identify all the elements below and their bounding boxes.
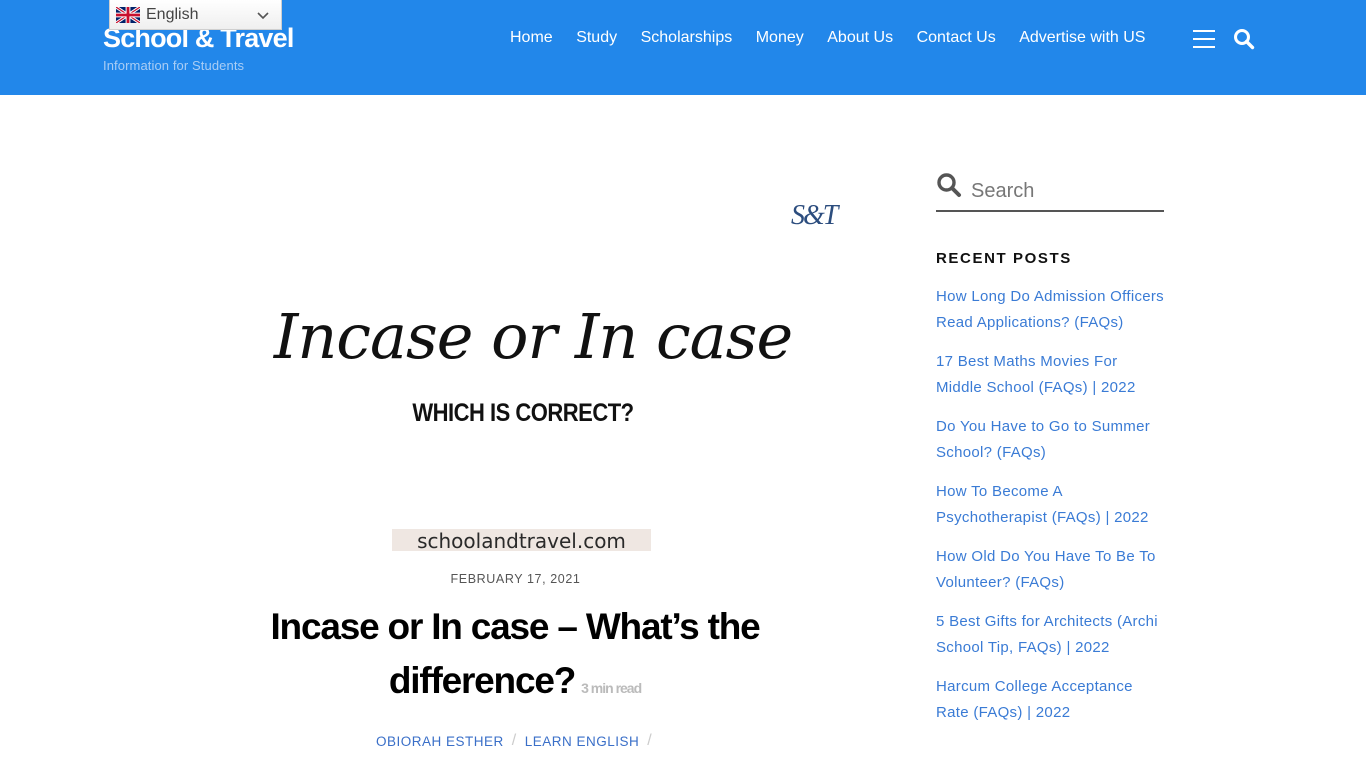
sidebar: RECENT POSTS How Long Do Admission Offic… [936, 168, 1164, 739]
chevron-down-icon [255, 7, 271, 23]
sidebar-search [936, 168, 1164, 212]
list-item: How To Become A Psychotherapist (FAQs) |… [936, 479, 1164, 531]
uk-flag-icon [116, 6, 140, 23]
nav-item-study[interactable]: Study [576, 28, 617, 48]
hamburger-icon[interactable] [1193, 30, 1215, 48]
featured-image-url: schoolandtravel.com [392, 529, 651, 553]
post-title-text[interactable]: Incase or In case – What’s the differenc… [270, 606, 760, 701]
site-header: School & Travel Information for Students… [0, 0, 1366, 95]
recent-post-link[interactable]: Harcum College Acceptance Rate (FAQs) | … [936, 674, 1164, 726]
nav-item-advertise[interactable]: Advertise with US [1019, 28, 1145, 48]
recent-post-link[interactable]: How Old Do You Have To Be To Volunteer? … [936, 544, 1164, 596]
nav-item-scholarships[interactable]: Scholarships [641, 28, 733, 48]
post-byline: OBIORAH ESTHER / LEARN ENGLISH / [376, 732, 660, 750]
list-item: How Old Do You Have To Be To Volunteer? … [936, 544, 1164, 596]
recent-post-link[interactable]: 5 Best Gifts for Architects (Archi Schoo… [936, 609, 1164, 661]
recent-post-link[interactable]: 17 Best Maths Movies For Middle School (… [936, 349, 1164, 401]
author-link[interactable]: OBIORAH ESTHER [376, 734, 504, 749]
list-item: 5 Best Gifts for Architects (Archi Schoo… [936, 609, 1164, 661]
recent-post-link[interactable]: Do You Have to Go to Summer School? (FAQ… [936, 414, 1164, 466]
recent-posts-list: How Long Do Admission Officers Read Appl… [936, 284, 1164, 726]
read-time: 3 min read [581, 680, 642, 696]
search-input[interactable] [971, 179, 1151, 203]
nav-item-money[interactable]: Money [756, 28, 804, 48]
nav-item-contact-us[interactable]: Contact Us [917, 28, 996, 48]
recent-post-link[interactable]: How Long Do Admission Officers Read Appl… [936, 284, 1164, 336]
featured-image[interactable]: S&T Incase or In case WHICH IS CORRECT? … [263, 170, 843, 560]
featured-image-subtitle: WHICH IS CORRECT? [412, 398, 634, 427]
byline-separator: / [647, 732, 653, 749]
list-item: 17 Best Maths Movies For Middle School (… [936, 349, 1164, 401]
featured-image-logo: S&T [791, 200, 838, 231]
search-icon[interactable] [1233, 28, 1255, 50]
search-icon[interactable] [936, 172, 962, 198]
recent-posts-heading: RECENT POSTS [936, 250, 1072, 267]
nav-item-about-us[interactable]: About Us [827, 28, 893, 48]
main-nav: Home Study Scholarships Money About Us C… [510, 28, 1145, 48]
recent-post-link[interactable]: How To Become A Psychotherapist (FAQs) |… [936, 479, 1164, 531]
nav-item-home[interactable]: Home [510, 28, 553, 48]
post-date: FEBRUARY 17, 2021 [450, 572, 581, 586]
post-title: Incase or In case – What’s the differenc… [250, 600, 780, 715]
list-item: Do You Have to Go to Summer School? (FAQ… [936, 414, 1164, 466]
language-label: English [146, 5, 199, 23]
featured-image-title: Incase or In case [273, 300, 793, 373]
site-tagline: Information for Students [103, 58, 245, 73]
language-selector[interactable]: English [109, 0, 282, 30]
list-item: Harcum College Acceptance Rate (FAQs) | … [936, 674, 1164, 726]
list-item: How Long Do Admission Officers Read Appl… [936, 284, 1164, 336]
byline-separator: / [511, 732, 517, 749]
category-link[interactable]: LEARN ENGLISH [525, 734, 640, 749]
